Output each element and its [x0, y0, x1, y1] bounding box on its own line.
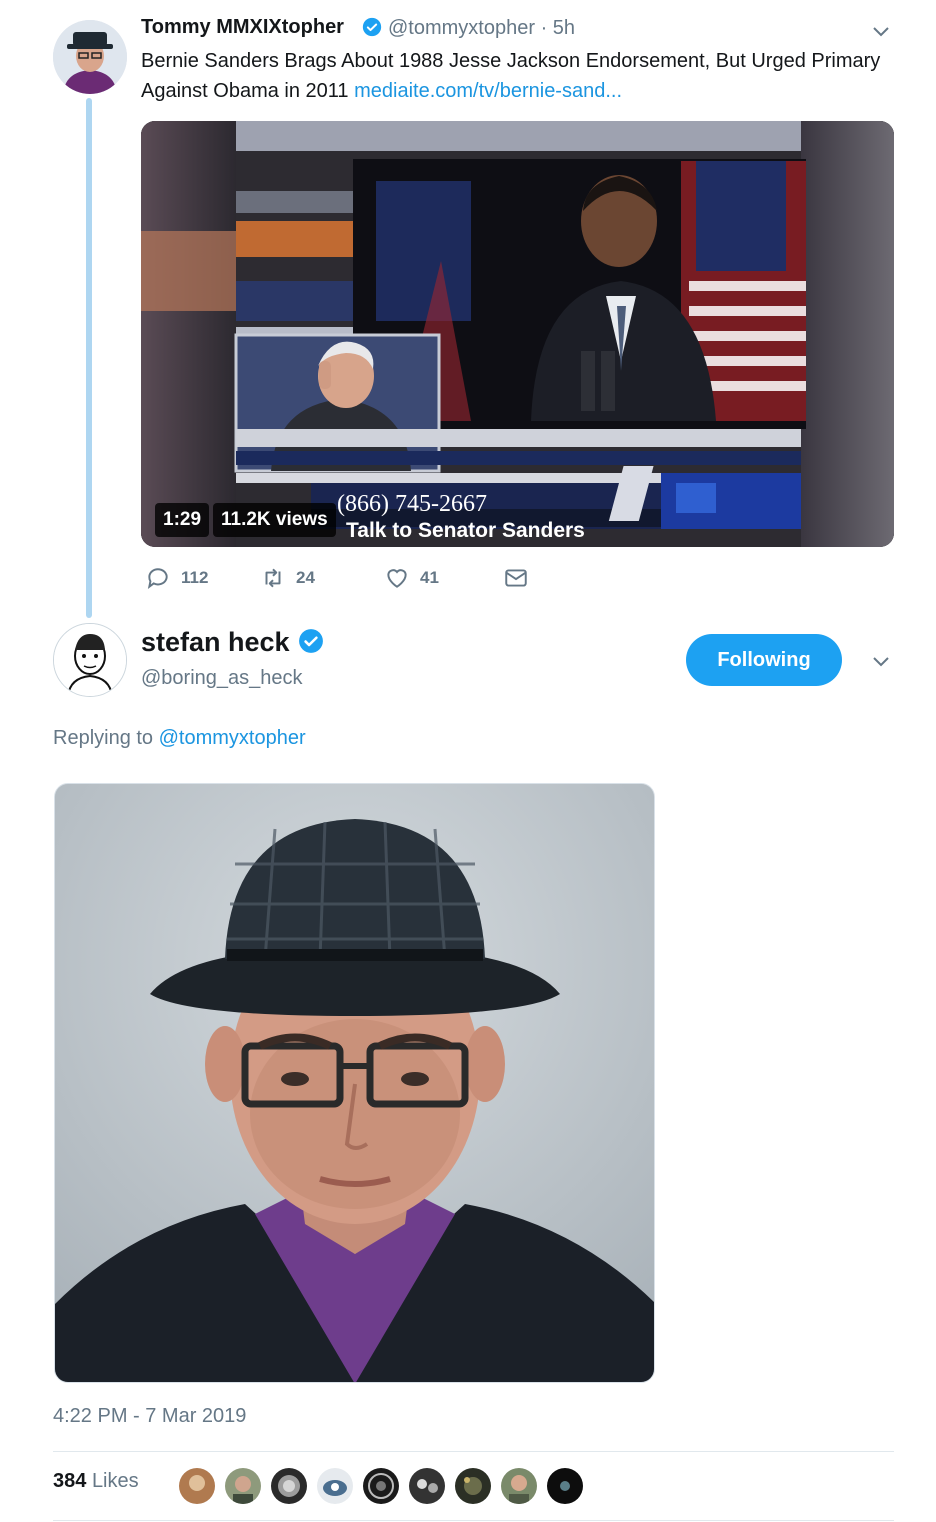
chevron-down-icon[interactable]: [872, 26, 890, 38]
likers-avatar-list: [177, 1466, 585, 1506]
reply-count: 112: [181, 568, 209, 587]
chevron-down-icon[interactable]: [872, 656, 890, 668]
tweet-timestamp[interactable]: 4:22 PM - 7 Mar 2019: [53, 1405, 246, 1428]
liker-avatar[interactable]: [361, 1466, 401, 1506]
liker-avatar[interactable]: [499, 1466, 539, 1506]
top-tweet-text: Bernie Sanders Brags About 1988 Jesse Ja…: [141, 46, 881, 106]
direct-message-icon: [505, 569, 527, 587]
video-view-count: 11.2K views: [213, 503, 336, 537]
top-tweet-handle-time[interactable]: @tommyxtopher · 5h: [388, 17, 575, 40]
direct-message-action[interactable]: [503, 564, 529, 592]
liker-avatar[interactable]: [315, 1466, 355, 1506]
reply-action[interactable]: 112: [145, 564, 208, 592]
retweet-count: 24: [296, 568, 315, 587]
like-action[interactable]: 41: [384, 564, 439, 592]
thread-connector-line: [86, 98, 92, 618]
replying-to-handle[interactable]: @tommyxtopher: [159, 727, 306, 749]
liker-avatar[interactable]: [545, 1466, 585, 1506]
liker-avatar[interactable]: [453, 1466, 493, 1506]
main-tweet-handle[interactable]: @boring_as_heck: [141, 667, 303, 690]
replying-prefix: Replying to: [53, 727, 159, 749]
video-player[interactable]: (866) 745-2667 Talk to Senator Sanders 1…: [141, 121, 894, 547]
video-overlay-caption: Talk to Senator Sanders: [346, 519, 585, 542]
liker-avatar[interactable]: [407, 1466, 447, 1506]
video-duration: 1:29: [155, 503, 210, 537]
top-tweet-link[interactable]: mediaite.com/tv/bernie-sand...: [354, 80, 622, 102]
liker-avatar[interactable]: [177, 1466, 217, 1506]
likes-label: Likes: [91, 1470, 139, 1492]
tommy-avatar[interactable]: [53, 20, 127, 94]
replying-to-line: Replying to @tommyxtopher: [53, 727, 306, 750]
following-button[interactable]: Following: [686, 634, 842, 686]
verified-badge-icon: [362, 17, 382, 37]
video-thumbnail: (866) 745-2667 Talk to Senator Sanders: [141, 121, 894, 547]
main-tweet-author-name[interactable]: stefan heck: [141, 627, 290, 658]
liker-avatar[interactable]: [269, 1466, 309, 1506]
top-tweet-author-name[interactable]: Tommy MMXIXtopher: [141, 16, 344, 39]
verified-badge-icon: [299, 629, 323, 653]
retweet-icon: [265, 568, 281, 588]
divider: [53, 1451, 894, 1452]
likes-count: 384: [53, 1470, 87, 1492]
divider: [53, 1520, 894, 1521]
likes-count-link[interactable]: 384 Likes: [53, 1470, 139, 1493]
like-icon: [387, 569, 407, 588]
liker-avatar[interactable]: [223, 1466, 263, 1506]
reply-icon: [147, 568, 168, 589]
like-count: 41: [420, 568, 439, 587]
retweet-action[interactable]: 24: [260, 564, 315, 592]
tweet-photo[interactable]: [54, 783, 655, 1383]
video-overlay-phone: (866) 745-2667: [337, 491, 487, 517]
stefan-avatar[interactable]: [53, 623, 127, 697]
